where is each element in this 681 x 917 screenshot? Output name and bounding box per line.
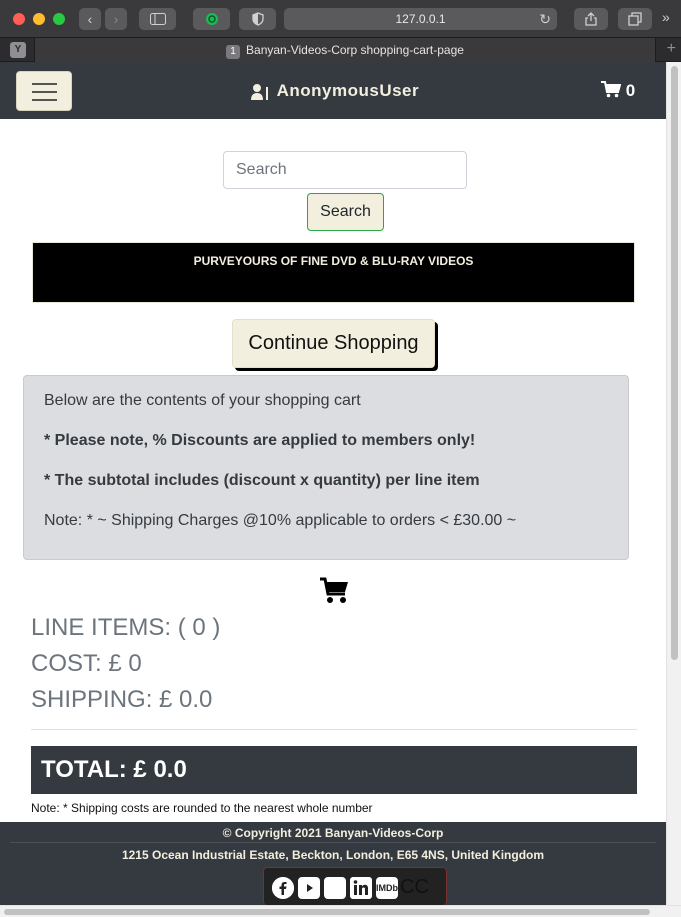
total-value: TOTAL: £ 0.0	[41, 756, 187, 783]
pinned-tab[interactable]: Y	[10, 42, 26, 58]
linkedin-icon[interactable]	[350, 877, 372, 899]
shipping-value: SHIPPING: £ 0.0	[31, 686, 213, 713]
back-button[interactable]: ‹	[79, 8, 101, 30]
extension-icon	[205, 13, 218, 25]
minimize-window-button[interactable]	[33, 13, 45, 25]
tagline-text: PURVEYOURS OF FINE DVD & BLU-RAY VIDEOS	[193, 254, 474, 268]
cart-info-box: Below are the contents of your shopping …	[23, 375, 629, 560]
share-icon	[585, 12, 597, 26]
facebook-icon[interactable]	[272, 877, 294, 899]
extension-button[interactable]	[193, 8, 230, 30]
share-button[interactable]	[574, 8, 608, 30]
vertical-scrollbar[interactable]	[666, 62, 681, 905]
sidebar-toggle-button[interactable]	[139, 8, 176, 30]
maximize-window-button[interactable]	[53, 13, 65, 25]
line-items-count: LINE ITEMS: ( 0 )	[31, 614, 221, 641]
cart-count: 0	[625, 81, 636, 100]
user-icon	[251, 83, 268, 100]
privacy-shield-button[interactable]	[239, 8, 276, 30]
info-subtotal-note: * The subtotal includes (discount x quan…	[44, 472, 480, 489]
close-window-button[interactable]	[13, 13, 25, 25]
total-bar: TOTAL: £ 0.0	[31, 746, 637, 794]
cost-value: COST: £ 0	[31, 650, 142, 677]
shield-icon	[251, 12, 264, 26]
sidebar-icon	[149, 13, 166, 25]
horizontal-scroll-thumb[interactable]	[4, 909, 650, 915]
hamburger-icon-line	[32, 83, 57, 85]
reload-icon[interactable]: ↻	[539, 8, 551, 30]
cc-label[interactable]: CC	[400, 876, 429, 899]
instagram-icon[interactable]	[323, 876, 347, 900]
search-button[interactable]: Search	[307, 193, 384, 231]
divider	[31, 729, 637, 730]
site-footer: © Copyright 2021 Banyan-Videos-Corp 1215…	[0, 822, 666, 905]
new-tab-button[interactable]: +	[667, 40, 676, 58]
social-links: IMDb CC	[263, 867, 447, 905]
forward-button[interactable]: ›	[105, 8, 127, 30]
hamburger-icon-line	[32, 99, 57, 101]
active-tab[interactable]: 1 Banyan-Videos-Corp shopping-cart-page	[34, 38, 656, 62]
info-shipping-note: Note: * ~ Shipping Charges @10% applicab…	[44, 512, 517, 529]
menu-toggle-button[interactable]	[16, 71, 72, 111]
tabs-overview-button[interactable]	[618, 8, 652, 30]
youtube-icon[interactable]	[298, 877, 320, 899]
continue-shopping-button[interactable]: Continue Shopping	[232, 319, 435, 368]
address-bar[interactable]: 127.0.0.1 ↻	[284, 8, 557, 30]
tab-title: Banyan-Videos-Corp shopping-cart-page	[246, 43, 464, 57]
tab-strip: Y 1 Banyan-Videos-Corp shopping-cart-page…	[0, 38, 681, 62]
cart-icon	[601, 81, 622, 98]
info-discount-note: * Please note, % Discounts are applied t…	[44, 432, 476, 449]
site-navbar: AnonymousUser 0	[0, 62, 666, 119]
tagline-banner: PURVEYOURS OF FINE DVD & BLU-RAY VIDEOS	[32, 242, 635, 303]
imdb-icon[interactable]: IMDb	[376, 877, 398, 899]
vertical-scroll-thumb[interactable]	[671, 66, 678, 660]
user-link[interactable]: AnonymousUser	[248, 81, 419, 101]
tabs-icon	[628, 12, 642, 26]
tab-title-row: 1 Banyan-Videos-Corp shopping-cart-page	[35, 43, 655, 59]
copyright-text: © Copyright 2021 Banyan-Videos-Corp	[222, 826, 444, 840]
hamburger-icon-line	[32, 91, 57, 93]
address-text: 1215 Ocean Industrial Estate, Beckton, L…	[121, 848, 545, 862]
info-intro: Below are the contents of your shopping …	[44, 392, 361, 409]
browser-toolbar: ‹ › 127.0.0.1 ↻ »	[0, 0, 681, 38]
search-input[interactable]	[223, 151, 467, 189]
tab-number-badge: 1	[226, 45, 241, 59]
username: AnonymousUser	[276, 81, 420, 100]
rounding-note: Note: * Shipping costs are rounded to th…	[31, 801, 373, 815]
shopping-cart-icon	[320, 577, 348, 603]
url-text: 127.0.0.1	[395, 12, 446, 26]
footer-divider	[10, 842, 656, 843]
cart-link[interactable]: 0	[601, 81, 635, 101]
more-chevron-icon[interactable]: »	[662, 9, 670, 25]
horizontal-scrollbar[interactable]	[0, 905, 681, 917]
